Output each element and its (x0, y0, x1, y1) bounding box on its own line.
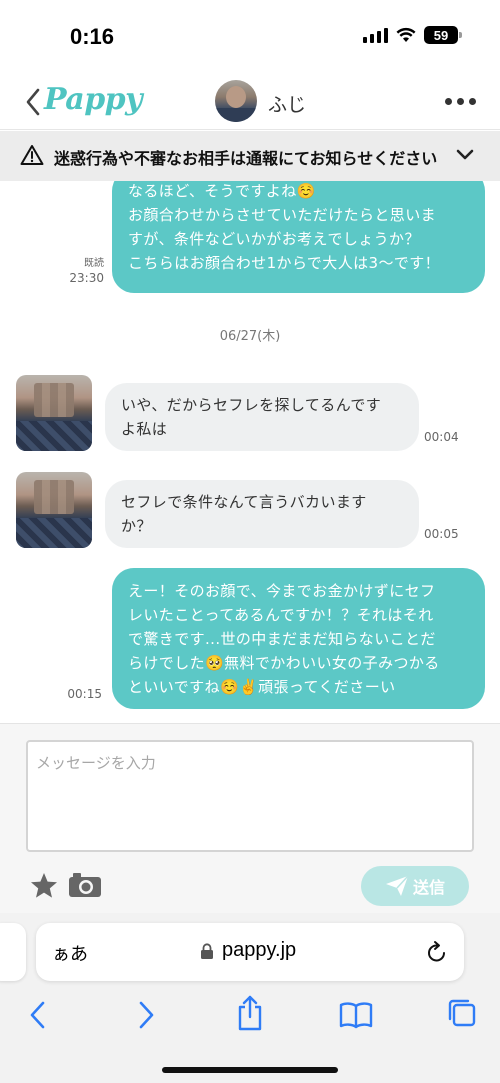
forward-icon[interactable] (136, 999, 156, 1031)
message-composer: 送信 (0, 723, 500, 913)
message-time: 00:15 (67, 687, 102, 701)
message-line: こちらはお顔合わせ1からで大人は3〜です！ (128, 254, 441, 272)
message-line: セフレで条件なんて言うバカいます (121, 493, 367, 511)
camera-icon[interactable] (68, 872, 102, 898)
back-icon[interactable] (28, 999, 48, 1031)
previous-tab-preview[interactable] (0, 923, 26, 981)
pappy-logo[interactable]: Pappy (44, 82, 143, 117)
contact-avatar[interactable] (215, 80, 257, 122)
message-input[interactable] (26, 740, 474, 852)
chat-header: Pappy ふじ (0, 72, 500, 130)
message-line: といいですね☺️✌️頑張ってくださーい (128, 678, 396, 696)
message-line: えー！そのお顔で、今までお金かけずにセフ (128, 582, 436, 600)
battery-icon: 59 (424, 26, 462, 44)
my-message-bubble[interactable]: なるほど、そうですよね☺️ お顔合わせからさせていただけたらと思いま すが、条件… (112, 181, 485, 293)
date-separator: 06/27(木) (219, 329, 281, 344)
chevron-down-icon[interactable] (456, 149, 474, 161)
status-time: 0:16 (70, 24, 115, 49)
browser-chrome: ぁあ pappy.jp (0, 913, 500, 1083)
wifi-icon (396, 27, 416, 42)
their-message-bubble[interactable]: いや、だからセフレを探してるんです よ私は (105, 383, 419, 451)
message-line: お顔合わせからさせていただけたらと思いま (128, 206, 437, 224)
sender-avatar[interactable] (16, 375, 92, 451)
share-icon[interactable] (236, 995, 264, 1031)
message-line: で驚きです...世の中まだまだ知らないことだ (128, 630, 436, 648)
send-button[interactable]: 送信 (361, 866, 469, 906)
message-line: か？ (121, 517, 152, 535)
send-label: 送信 (412, 878, 445, 897)
status-bar: 0:16 59 (0, 0, 500, 72)
chat-thread[interactable]: なるほど、そうですよね☺️ お顔合わせからさせていただけたらと思いま すが、条件… (0, 181, 500, 723)
message-time: 23:30 (69, 271, 104, 285)
reader-options-button[interactable]: ぁあ (52, 940, 88, 966)
more-icon[interactable] (445, 98, 476, 105)
message-time: 00:05 (424, 527, 459, 541)
battery-level: 59 (433, 27, 449, 43)
paper-plane-icon (385, 875, 409, 896)
message-line: いや、だからセフレを探してるんです (121, 396, 382, 414)
cellular-signal-icon (363, 27, 388, 43)
star-icon[interactable] (30, 872, 58, 899)
browser-toolbar (0, 993, 500, 1041)
home-indicator (162, 1067, 338, 1073)
url-text: pappy.jp (222, 939, 297, 961)
reload-icon[interactable] (426, 940, 448, 964)
message-time: 00:04 (424, 430, 459, 444)
address-bar[interactable]: ぁあ pappy.jp (36, 923, 464, 981)
message-meta: 既読 23:30 (60, 256, 104, 286)
message-line: レいたことってあるんですか！？それはそれ (128, 606, 434, 624)
warning-text: 迷惑行為や不審なお相手は通報にてお知らせください (54, 149, 438, 168)
message-line: すが、条件などいかがお考えでしょうか？ (128, 230, 420, 248)
message-line: なるほど、そうですよね☺️ (128, 182, 316, 200)
my-message-bubble[interactable]: えー！そのお顔で、今までお金かけずにセフ レいたことってあるんですか！？それはそ… (112, 568, 485, 709)
their-message-bubble[interactable]: セフレで条件なんて言うバカいます か？ (105, 480, 419, 548)
status-icons: 59 (363, 26, 462, 44)
sender-avatar[interactable] (16, 472, 92, 548)
read-receipt: 既読 (84, 258, 104, 269)
message-line: らけでした🥺無料でかわいい女の子みつかる (128, 654, 440, 672)
warning-icon (20, 145, 44, 165)
warning-banner[interactable]: 迷惑行為や不審なお相手は通報にてお知らせください (0, 131, 500, 181)
lock-icon (201, 943, 213, 959)
bookmarks-icon[interactable] (339, 1001, 373, 1029)
message-line: よ私は (121, 420, 168, 438)
contact-name[interactable]: ふじ (268, 90, 306, 117)
tabs-icon[interactable] (446, 997, 478, 1029)
